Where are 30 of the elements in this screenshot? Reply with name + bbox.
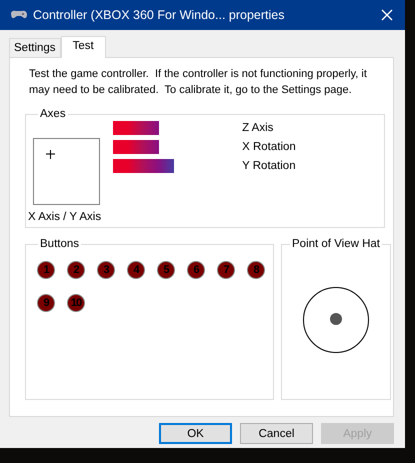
axis-bar (113, 140, 160, 154)
dialog-button[interactable]: OK (159, 423, 232, 444)
controller-button-indicator: 1 (37, 261, 55, 279)
axis-bar (113, 121, 160, 135)
dialog-button[interactable]: Cancel (240, 423, 313, 444)
controller-button-indicator: 10 (67, 294, 85, 312)
instruction-text: Test the game controller. If the controller is not functioning properly, it may need to be calibrated. To calibrate it, go to the Settings page. (29, 67, 368, 98)
controller-button-indicator: 6 (187, 261, 205, 279)
group-title: Buttons (39, 238, 80, 250)
axis-label: X Rotation (242, 141, 296, 153)
axis-label: X Axis / Y Axis (28, 211, 102, 223)
window-title: Controller (XBOX 360 For Windo... properties (33, 8, 286, 22)
controller-button-indicator: 5 (157, 261, 175, 279)
tab[interactable]: Settings (9, 38, 61, 57)
controller-button-indicator: 4 (127, 261, 145, 279)
controller-button-indicator: 9 (37, 294, 55, 312)
axis-label: Z Axis (242, 122, 274, 134)
axis-label: Y Rotation (242, 160, 296, 172)
controller-button-indicator: 2 (67, 261, 85, 279)
axis-bar (113, 159, 174, 173)
controller-button-indicator: 7 (217, 261, 235, 279)
tab[interactable]: Test (60, 36, 106, 58)
axis-position-box (33, 138, 100, 205)
gamepad-icon (10, 10, 28, 20)
pov-hat-indicator (302, 286, 370, 354)
group-title: Axes (39, 108, 67, 120)
group-title: Point of View Hat (291, 238, 382, 250)
controller-button-indicator: 8 (247, 261, 265, 279)
close-icon[interactable] (381, 9, 393, 21)
controller-button-indicator: 3 (97, 261, 115, 279)
